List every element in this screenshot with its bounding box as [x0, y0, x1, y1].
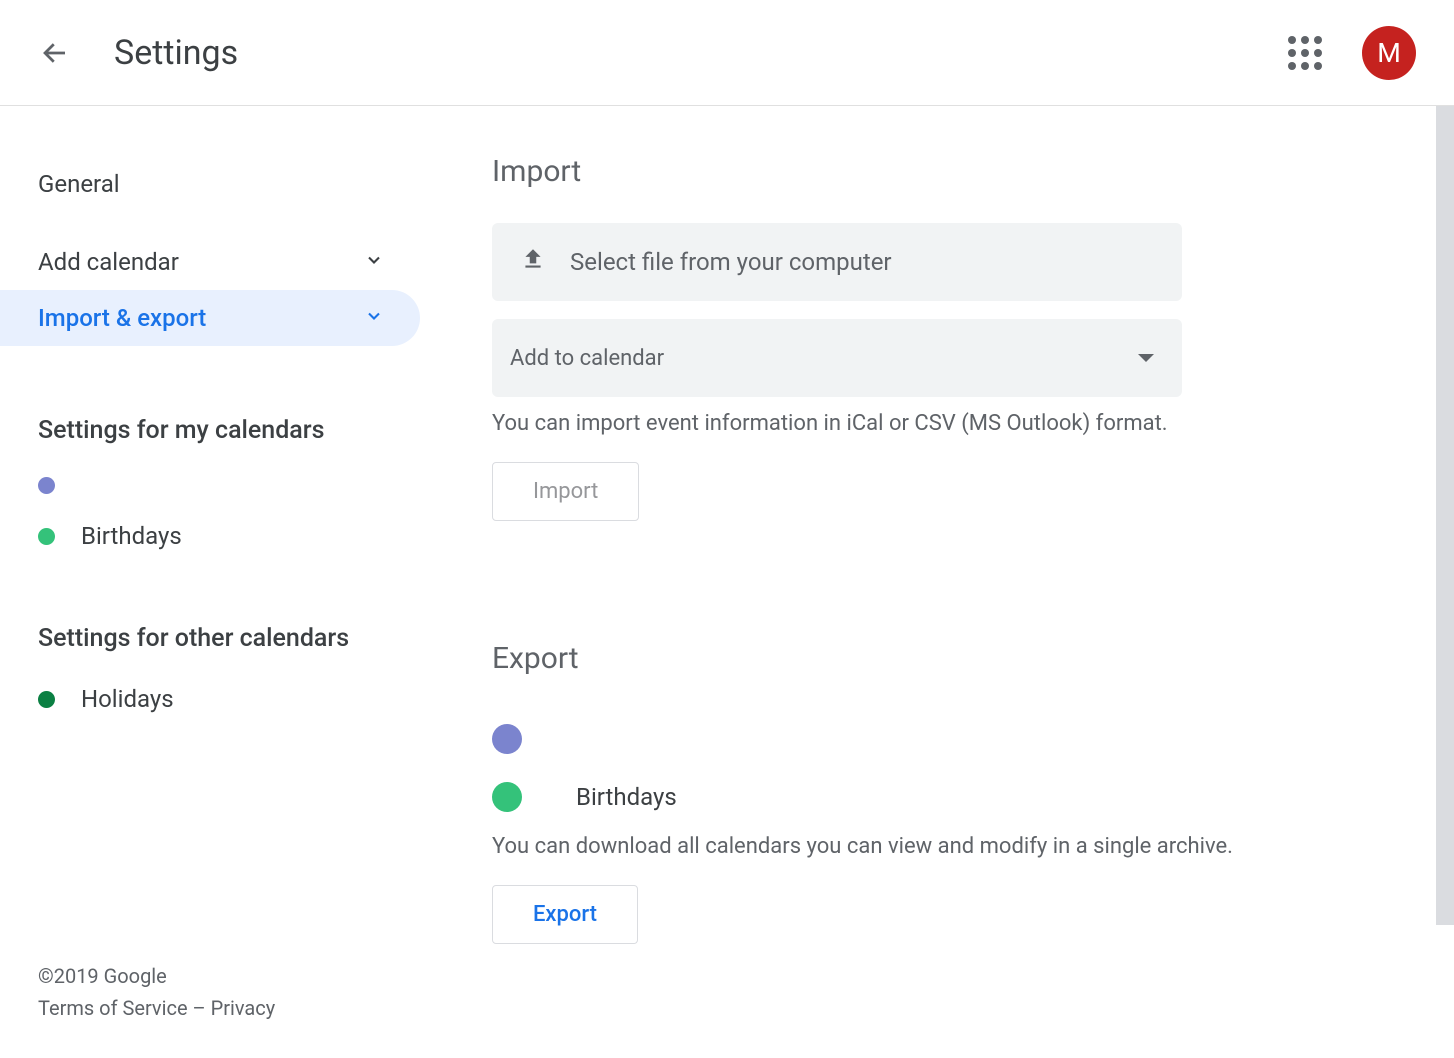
my-calendar-item-0[interactable] — [0, 463, 440, 508]
export-section: Export Birthdays You can download all ca… — [492, 641, 1402, 944]
calendar-color-dot — [38, 691, 55, 708]
import-button[interactable]: Import — [492, 462, 639, 521]
main-content: Import Select file from your computer Ad… — [440, 106, 1454, 1058]
apps-icon[interactable] — [1288, 36, 1322, 70]
sidebar-item-label: General — [38, 170, 120, 198]
footer: ©2019 Google Terms of Service – Privacy — [38, 960, 275, 1024]
calendar-color-dot — [38, 528, 55, 545]
export-help-text: You can download all calendars you can v… — [492, 834, 1402, 859]
page-title: Settings — [114, 33, 238, 73]
export-calendar-row-1: Birthdays — [492, 768, 1402, 826]
header-right: M — [1288, 26, 1416, 80]
avatar[interactable]: M — [1362, 26, 1416, 80]
import-help-text: You can import event information in iCal… — [492, 411, 1402, 436]
header: Settings M — [0, 0, 1454, 106]
add-to-calendar-label: Add to calendar — [510, 346, 664, 371]
calendar-color-dot — [492, 782, 522, 812]
arrow-left-icon — [40, 38, 70, 68]
sidebar-item-label: Import & export — [38, 304, 206, 332]
calendar-label: Holidays — [81, 685, 174, 713]
sidebar-item-general[interactable]: General — [0, 156, 420, 212]
back-arrow-button[interactable] — [40, 38, 70, 68]
footer-sep: – — [188, 996, 211, 1020]
privacy-link[interactable]: Privacy — [211, 996, 276, 1020]
export-calendar-label: Birthdays — [576, 783, 677, 811]
body: General Add calendar Import & export Set… — [0, 106, 1454, 1058]
copyright-text: ©2019 Google — [38, 960, 275, 992]
calendar-label: Birthdays — [81, 522, 182, 550]
import-section-title: Import — [492, 154, 1402, 189]
scrollbar[interactable] — [1436, 106, 1454, 925]
chevron-down-icon — [364, 304, 384, 332]
my-calendar-item-1[interactable]: Birthdays — [0, 508, 440, 564]
sidebar-item-add-calendar[interactable]: Add calendar — [0, 234, 420, 290]
export-calendar-row-0 — [492, 710, 1402, 768]
select-file-label: Select file from your computer — [570, 248, 892, 276]
add-to-calendar-select[interactable]: Add to calendar — [492, 319, 1182, 397]
calendar-color-dot — [38, 477, 55, 494]
my-calendars-heading: Settings for my calendars — [0, 386, 440, 463]
export-button[interactable]: Export — [492, 885, 638, 944]
dropdown-triangle-icon — [1138, 354, 1154, 362]
calendar-color-dot — [492, 724, 522, 754]
other-calendars-heading: Settings for other calendars — [0, 594, 440, 671]
other-calendar-item-0[interactable]: Holidays — [0, 671, 440, 727]
upload-icon — [520, 246, 546, 278]
header-left: Settings — [40, 33, 238, 73]
select-file-button[interactable]: Select file from your computer — [492, 223, 1182, 301]
export-section-title: Export — [492, 641, 1402, 676]
chevron-down-icon — [364, 248, 384, 276]
sidebar-item-label: Add calendar — [38, 248, 179, 276]
terms-link[interactable]: Terms of Service — [38, 996, 188, 1020]
sidebar: General Add calendar Import & export Set… — [0, 106, 440, 1058]
sidebar-item-import-export[interactable]: Import & export — [0, 290, 420, 346]
